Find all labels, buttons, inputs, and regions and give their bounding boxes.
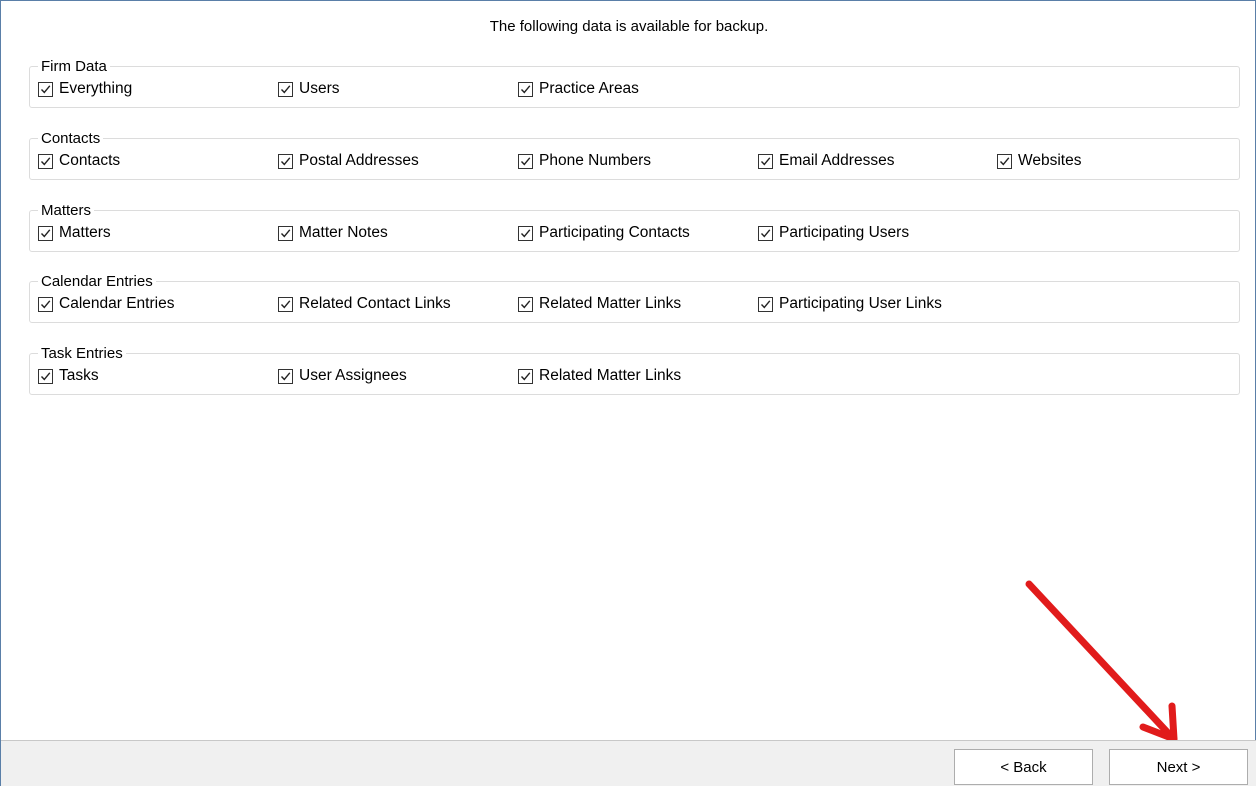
group-task-entries: Task Entries Tasks User Assignees Relate…: [29, 345, 1240, 395]
checkbox-label: Phone Numbers: [539, 152, 652, 169]
checkbox-participating-users[interactable]: Participating Users: [758, 224, 909, 242]
checkbox-label: Websites: [1018, 152, 1082, 169]
checkbox-label: Contacts: [59, 152, 121, 169]
checkbox-checked-icon[interactable]: [278, 225, 293, 241]
group-matters: Matters Matters Matter Notes Participati…: [29, 202, 1240, 252]
checkbox-checked-icon[interactable]: [758, 296, 773, 312]
checkbox-contacts[interactable]: Contacts: [38, 152, 120, 170]
checkbox-label: Calendar Entries: [59, 295, 175, 312]
group-title: Calendar Entries: [38, 273, 156, 290]
red-arrow-icon: [1025, 580, 1178, 743]
checkbox-label: Participating User Links: [779, 295, 942, 312]
checkbox-label: Matters: [59, 224, 111, 241]
checkbox-checked-icon[interactable]: [278, 296, 293, 312]
checkbox-practice-areas[interactable]: Practice Areas: [518, 80, 639, 98]
checkbox-users[interactable]: Users: [278, 80, 339, 98]
checkbox-checked-icon[interactable]: [518, 153, 533, 169]
checkbox-participating-user-links[interactable]: Participating User Links: [758, 295, 942, 313]
checkbox-label: Related Contact Links: [299, 295, 451, 312]
checkbox-checked-icon[interactable]: [518, 81, 533, 97]
checkbox-tasks[interactable]: Tasks: [38, 367, 99, 385]
checkbox-phone-numbers[interactable]: Phone Numbers: [518, 152, 651, 170]
checkbox-label: Postal Addresses: [299, 152, 419, 169]
checkbox-related-contact-links[interactable]: Related Contact Links: [278, 295, 451, 313]
checkbox-postal-addresses[interactable]: Postal Addresses: [278, 152, 419, 170]
back-button[interactable]: < Back: [954, 749, 1093, 785]
checkbox-checked-icon[interactable]: [518, 296, 533, 312]
checkbox-checked-icon[interactable]: [38, 153, 53, 169]
checkbox-label: Participating Users: [779, 224, 910, 241]
checkbox-label: Related Matter Links: [539, 367, 682, 384]
checkbox-checked-icon[interactable]: [278, 368, 293, 384]
checkbox-calendar-entries[interactable]: Calendar Entries: [38, 295, 174, 313]
checkbox-label: Email Addresses: [779, 152, 895, 169]
checkbox-websites[interactable]: Websites: [997, 152, 1081, 170]
checkbox-label: Everything: [59, 80, 133, 97]
group-calendar-entries: Calendar Entries Calendar Entries Relate…: [29, 273, 1240, 323]
checkbox-checked-icon[interactable]: [518, 225, 533, 241]
page-heading: The following data is available for back…: [489, 18, 769, 35]
checkbox-label: Tasks: [59, 367, 99, 384]
checkbox-participating-contacts[interactable]: Participating Contacts: [518, 224, 690, 242]
checkbox-label: Matter Notes: [299, 224, 388, 241]
checkbox-matters[interactable]: Matters: [38, 224, 111, 242]
checkbox-checked-icon[interactable]: [758, 153, 773, 169]
checkbox-checked-icon[interactable]: [518, 368, 533, 384]
checkbox-checked-icon[interactable]: [278, 81, 293, 97]
group-firm-data: Firm Data Everything Users Practice Area…: [29, 58, 1240, 108]
checkbox-task-related-matter-links[interactable]: Related Matter Links: [518, 367, 681, 385]
checkbox-checked-icon[interactable]: [38, 296, 53, 312]
checkbox-email-addresses[interactable]: Email Addresses: [758, 152, 894, 170]
checkbox-label: Practice Areas: [539, 80, 639, 97]
checkbox-label: Users: [299, 80, 340, 97]
group-title: Matters: [38, 202, 95, 219]
checkbox-checked-icon[interactable]: [997, 153, 1012, 169]
checkbox-user-assignees[interactable]: User Assignees: [278, 367, 407, 385]
group-title: Task Entries: [38, 345, 126, 362]
checkbox-checked-icon[interactable]: [38, 225, 53, 241]
checkbox-label: User Assignees: [299, 367, 407, 384]
group-contacts: Contacts Contacts Postal Addresses Phone…: [29, 130, 1240, 180]
next-button[interactable]: Next >: [1109, 749, 1248, 785]
checkbox-checked-icon[interactable]: [758, 225, 773, 241]
checkbox-matter-notes[interactable]: Matter Notes: [278, 224, 388, 242]
group-title: Firm Data: [38, 58, 110, 75]
checkbox-label: Participating Contacts: [539, 224, 690, 241]
checkbox-related-matter-links[interactable]: Related Matter Links: [518, 295, 681, 313]
checkbox-label: Related Matter Links: [539, 295, 682, 312]
checkbox-checked-icon[interactable]: [278, 153, 293, 169]
group-title: Contacts: [38, 130, 104, 147]
wizard-footer: < Back Next >: [1, 740, 1256, 786]
backup-wizard-window: The following data is available for back…: [0, 0, 1256, 786]
checkbox-checked-icon[interactable]: [38, 81, 53, 97]
checkbox-everything[interactable]: Everything: [38, 80, 132, 98]
checkbox-checked-icon[interactable]: [38, 368, 53, 384]
